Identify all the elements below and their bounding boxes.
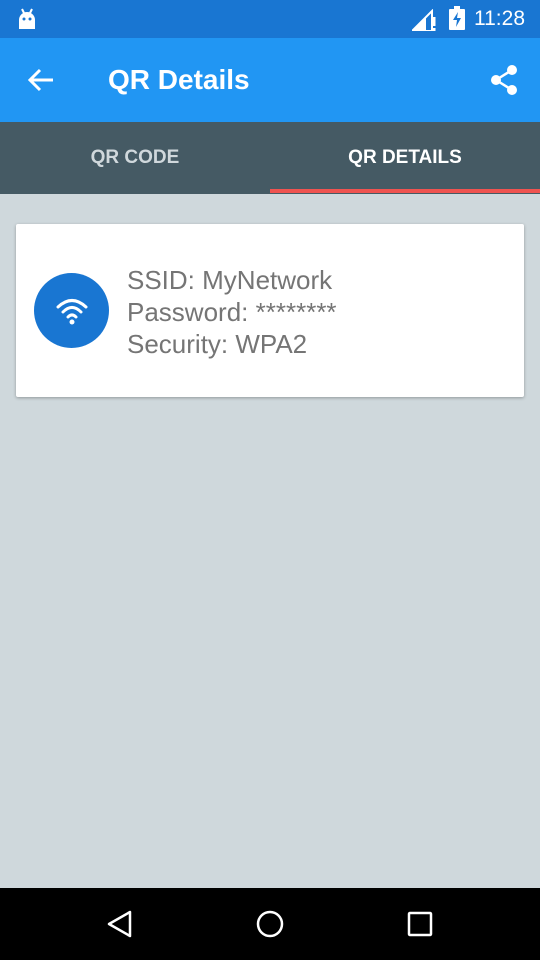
security-text: Security: WPA2	[127, 329, 308, 359]
tab-qr-code[interactable]: QR CODE	[0, 122, 270, 194]
ssid-text: SSID: MyNetwork	[127, 265, 333, 295]
wifi-details: SSID: MyNetwork Password: ******** Secur…	[127, 264, 337, 360]
wifi-icon	[56, 299, 88, 325]
signal-icon	[412, 9, 436, 31]
status-time: 11:28	[474, 7, 525, 30]
battery-charging-icon	[449, 6, 465, 30]
tab-qr-details[interactable]: QR DETAILS	[270, 122, 540, 194]
home-circle-icon[interactable]	[252, 906, 288, 942]
status-bar: 11:28	[0, 0, 540, 38]
recents-square-icon[interactable]	[402, 906, 438, 942]
app-bar: QR Details	[0, 38, 540, 122]
page-title: QR Details	[108, 64, 250, 95]
wifi-icon-badge	[34, 273, 109, 348]
back-triangle-icon[interactable]	[102, 906, 138, 942]
android-debug-icon	[19, 8, 35, 29]
wifi-details-card: SSID: MyNetwork Password: ******** Secur…	[16, 224, 524, 397]
password-text: Password: ********	[127, 297, 337, 327]
tab-indicator	[270, 189, 540, 193]
tab-bar: QR CODE QR DETAILS	[0, 122, 540, 194]
navigation-bar	[0, 888, 540, 960]
arrow-back-icon[interactable]	[24, 62, 60, 98]
share-icon[interactable]	[488, 62, 520, 98]
